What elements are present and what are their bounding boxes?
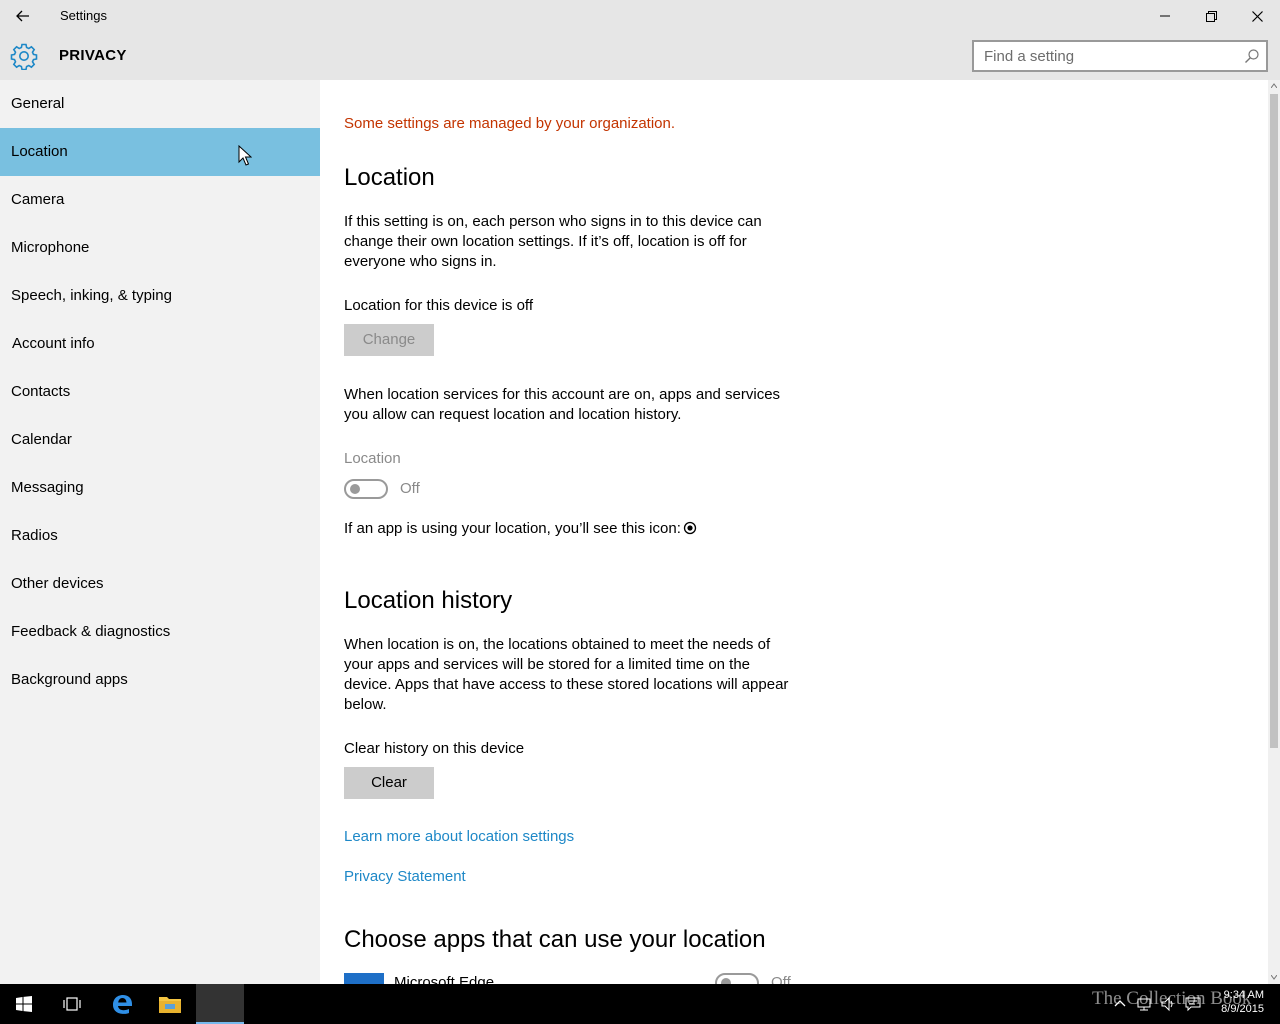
settings-header: PRIVACY (0, 32, 1280, 80)
sidebar-item-location[interactable]: Location (0, 128, 320, 176)
gear-icon (10, 43, 38, 70)
network-icon[interactable] (1136, 996, 1152, 1012)
sidebar-item-contacts[interactable]: Contacts (0, 368, 320, 416)
app-toggle-state: Off (771, 974, 791, 984)
volume-icon[interactable] (1160, 996, 1176, 1012)
sidebar-item-feedback[interactable]: Feedback & diagnostics (0, 608, 320, 656)
restore-button[interactable] (1188, 0, 1234, 32)
close-button[interactable] (1234, 0, 1280, 32)
mouse-cursor-icon (238, 145, 252, 166)
windows-logo-icon (16, 996, 32, 1012)
privacy-statement-link[interactable]: Privacy Statement (344, 868, 466, 885)
device-location-status: Location for this device is off (344, 297, 533, 314)
location-toggle-state: Off (400, 480, 420, 497)
taskbar-file-explorer-button[interactable] (146, 984, 194, 1024)
change-button[interactable]: Change (344, 324, 434, 356)
clear-history-label: Clear history on this device (344, 740, 525, 757)
location-history-heading: Location history (344, 587, 513, 614)
location-history-description: When location is on, the locations obtai… (344, 636, 789, 713)
sidebar-item-speech[interactable]: Speech, inking, & typing (0, 272, 320, 320)
action-center-icon[interactable] (1185, 996, 1201, 1012)
scrollbar[interactable] (1268, 80, 1280, 984)
task-view-button[interactable] (48, 984, 96, 1024)
clock-time: 9:34 AM (1223, 989, 1264, 1001)
scroll-up-icon[interactable] (1271, 83, 1277, 88)
taskbar-edge-button[interactable] (98, 984, 146, 1024)
edge-icon (113, 995, 132, 1014)
clear-button[interactable]: Clear (344, 767, 434, 799)
app-name: Microsoft Edge (394, 974, 495, 984)
managed-notice: Some settings are managed by your organi… (344, 115, 676, 132)
main-content: Some settings are managed by your organi… (320, 80, 1268, 984)
edge-app-icon (344, 973, 384, 984)
search-input[interactable] (974, 42, 1234, 70)
sidebar-item-calendar[interactable]: Calendar (0, 416, 320, 464)
restore-icon (1205, 10, 1217, 22)
location-heading: Location (344, 164, 435, 191)
window-title: Settings (60, 8, 107, 23)
scroll-down-icon[interactable] (1271, 975, 1277, 980)
location-description: If this setting is on, each person who s… (344, 213, 762, 270)
taskbar: The Collection Book 9:34 AM 8/9/2015 (0, 984, 1280, 1024)
sidebar-item-radios[interactable]: Radios (0, 512, 320, 560)
location-in-use-icon (683, 521, 697, 535)
sidebar-item-general[interactable]: General (0, 80, 320, 128)
scroll-thumb[interactable] (1270, 94, 1278, 748)
choose-apps-heading: Choose apps that can use your location (344, 926, 766, 953)
close-icon (1251, 10, 1263, 22)
sidebar-item-background-apps[interactable]: Background apps (0, 656, 320, 704)
start-button[interactable] (0, 984, 48, 1024)
title-bar: Settings (0, 0, 1280, 32)
toggle-knob (350, 484, 360, 494)
tray-chevron-up-icon[interactable] (1112, 996, 1128, 1012)
sidebar-item-messaging[interactable]: Messaging (0, 464, 320, 512)
taskbar-settings-button[interactable] (196, 984, 244, 1024)
search-icon[interactable] (1244, 48, 1260, 64)
folder-icon (159, 997, 181, 1013)
back-arrow-icon (16, 10, 29, 22)
clock-date: 8/9/2015 (1221, 1003, 1264, 1015)
app-location-toggle[interactable] (715, 973, 759, 984)
sidebar-item-account-info[interactable]: Account info (0, 320, 320, 368)
sidebar: General Location Camera Microphone Speec… (0, 80, 320, 984)
search-box[interactable] (972, 40, 1268, 72)
learn-more-link[interactable]: Learn more about location settings (344, 828, 574, 845)
location-toggle-label: Location (344, 450, 401, 467)
account-location-description: When location services for this account … (344, 386, 781, 423)
sidebar-item-microphone[interactable]: Microphone (0, 224, 320, 272)
page-title: PRIVACY (59, 47, 127, 64)
location-icon-hint: If an app is using your location, you’ll… (344, 520, 681, 537)
taskbar-clock[interactable]: 9:34 AM 8/9/2015 (1221, 988, 1264, 1016)
minimize-button[interactable] (1142, 0, 1188, 32)
sidebar-item-camera[interactable]: Camera (0, 176, 320, 224)
location-toggle[interactable] (344, 479, 388, 499)
task-view-icon (63, 997, 81, 1011)
back-button[interactable] (0, 0, 46, 32)
minimize-icon (1160, 15, 1170, 17)
sidebar-item-other-devices[interactable]: Other devices (0, 560, 320, 608)
